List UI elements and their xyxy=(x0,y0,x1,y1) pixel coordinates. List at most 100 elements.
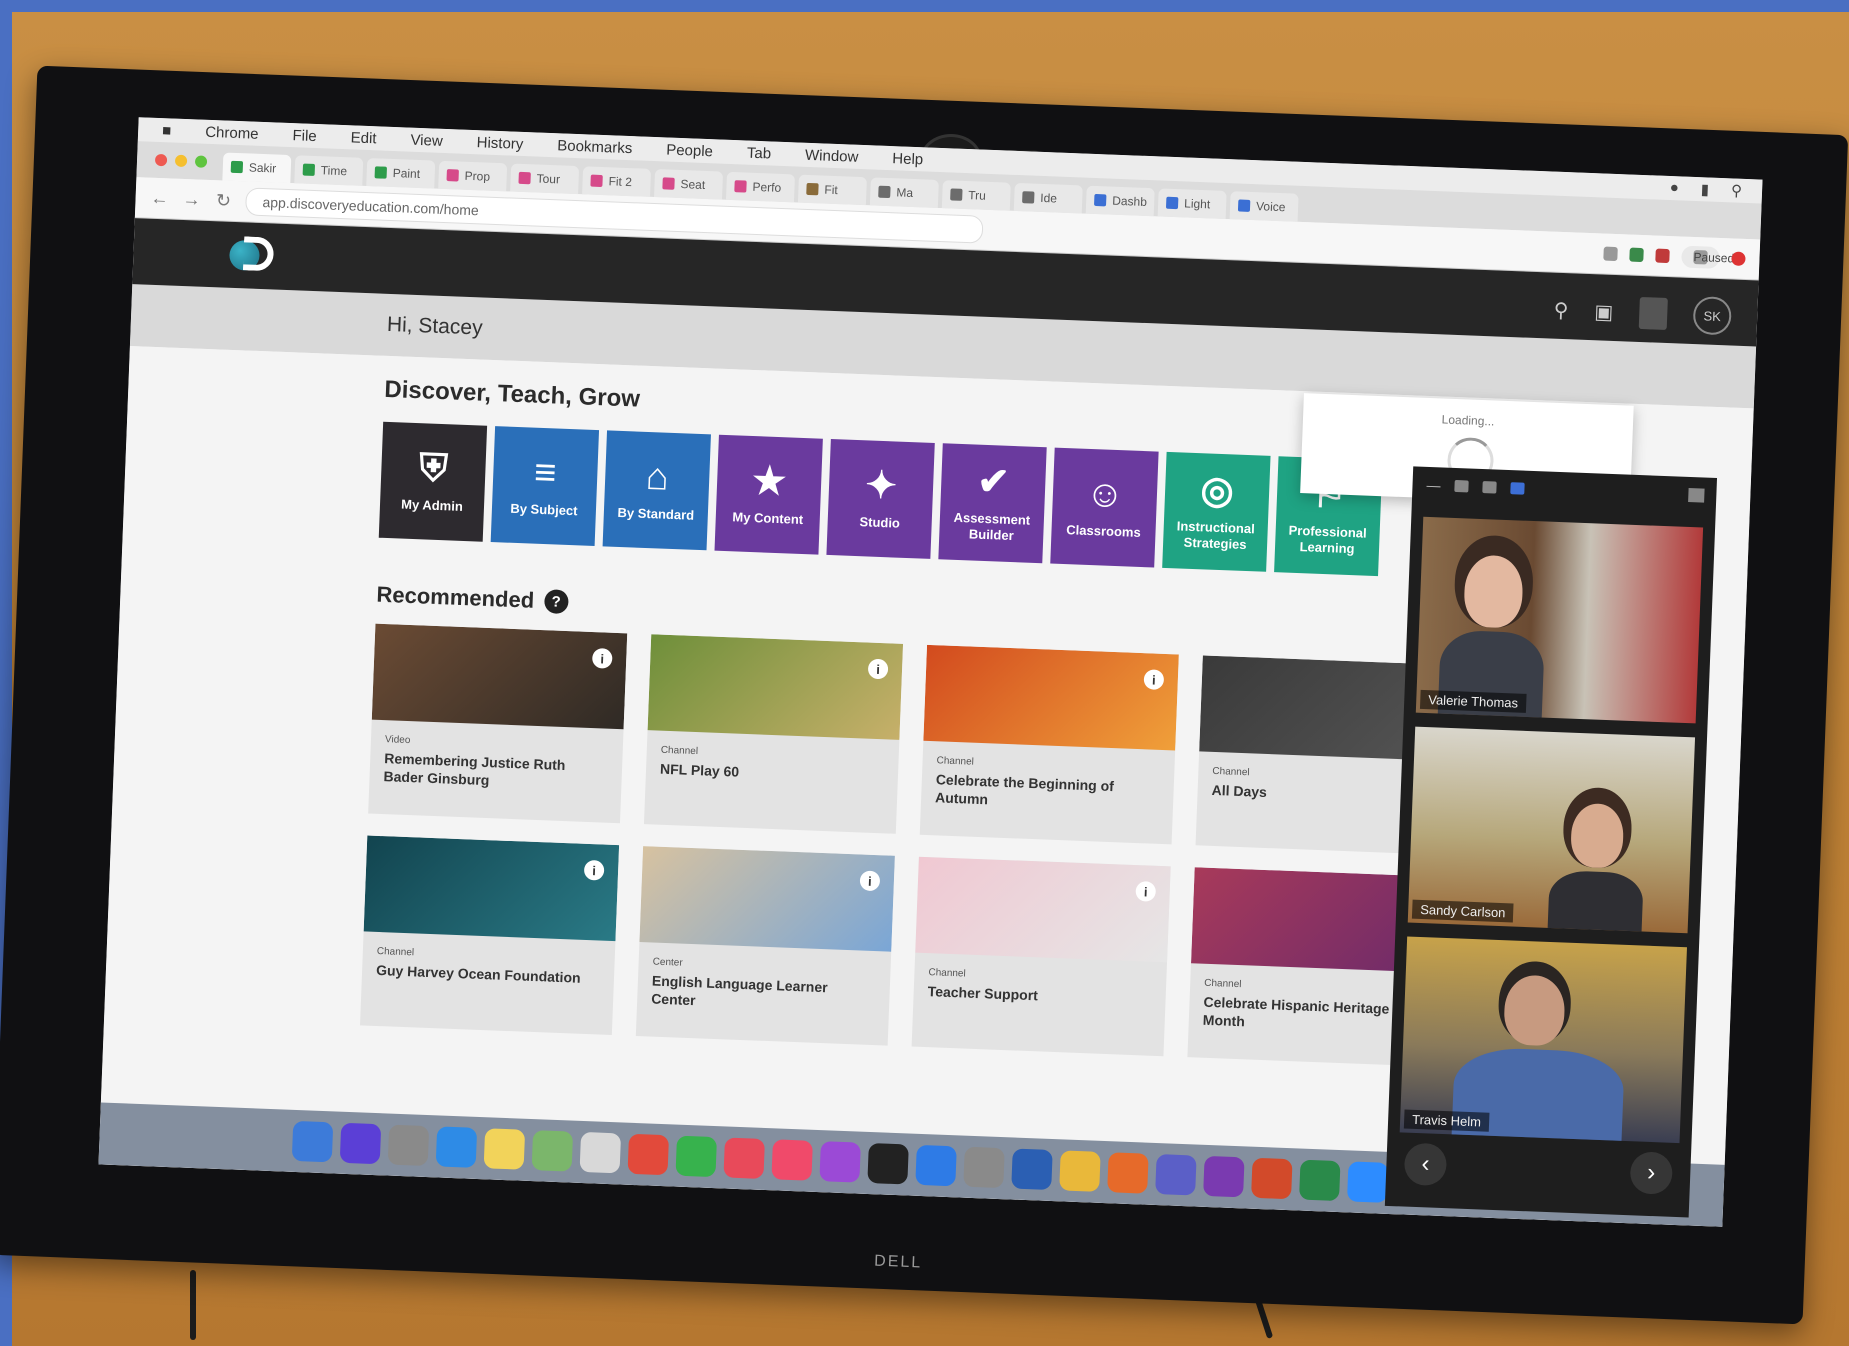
music-icon[interactable] xyxy=(770,1139,813,1181)
recommended-card[interactable]: i Channel Guy Harvey Ocean Foundation xyxy=(360,835,620,1036)
safari-icon[interactable] xyxy=(435,1126,477,1168)
header-icons: ⚲ ▣ SK xyxy=(1553,291,1732,336)
forward-icon[interactable]: → xyxy=(181,188,202,210)
onenote-icon[interactable] xyxy=(1202,1155,1245,1198)
browser-tab[interactable]: Tru xyxy=(941,180,1011,211)
notification-icon[interactable]: ▣ xyxy=(1594,299,1614,325)
apple-icon[interactable]: ■ xyxy=(162,122,172,139)
minimize-window-button[interactable] xyxy=(174,154,188,168)
textedit-icon[interactable] xyxy=(579,1131,621,1174)
menu-chrome[interactable]: Chrome xyxy=(205,123,259,142)
menu-window[interactable]: Window xyxy=(805,146,859,165)
participant-video[interactable]: Sandy Carlson xyxy=(1407,726,1696,934)
help-icon[interactable]: ? xyxy=(543,589,569,615)
excel-icon[interactable] xyxy=(1298,1159,1341,1202)
participant-video[interactable]: Valerie Thomas xyxy=(1415,516,1704,724)
firefox-icon[interactable] xyxy=(1106,1152,1149,1194)
news-icon[interactable] xyxy=(722,1137,765,1179)
browser-tab[interactable]: Light xyxy=(1157,188,1227,219)
powerpoint-icon[interactable] xyxy=(1250,1157,1293,1200)
notes-icon[interactable] xyxy=(483,1128,525,1170)
search-icon[interactable]: ⚲ xyxy=(1731,181,1743,199)
discovery-education-logo[interactable] xyxy=(228,234,285,278)
word-icon[interactable] xyxy=(1010,1148,1053,1190)
strip-view-icon[interactable] xyxy=(1510,482,1525,495)
menu-view[interactable]: View xyxy=(410,131,443,149)
tile-studio[interactable]: ✦ Studio xyxy=(826,439,935,559)
card-thumbnail xyxy=(915,856,1171,963)
finder-icon[interactable] xyxy=(291,1120,333,1163)
speaker-view-icon[interactable] xyxy=(1454,479,1469,493)
preferences-icon[interactable] xyxy=(962,1146,1005,1189)
profile-button[interactable]: Paused xyxy=(1681,245,1734,269)
notifications-button[interactable] xyxy=(1638,296,1668,331)
teams-icon[interactable] xyxy=(1154,1154,1197,1196)
recommended-card[interactable]: i Channel NFL Play 60 xyxy=(643,634,904,834)
previous-page-button[interactable]: ‹ xyxy=(1403,1142,1448,1187)
zoom-window-button[interactable] xyxy=(194,155,208,168)
messages-icon[interactable] xyxy=(674,1135,717,1178)
mortarboard-icon: ⌂ xyxy=(644,456,670,499)
tile-by-subject[interactable]: ≡ By Subject xyxy=(490,426,600,547)
menu-file[interactable]: File xyxy=(292,127,317,145)
tile-my-content[interactable]: ★ My Content xyxy=(714,434,823,555)
next-page-button[interactable]: › xyxy=(1629,1151,1674,1195)
menu-people[interactable]: People xyxy=(666,141,713,160)
menu-kebab-icon[interactable] xyxy=(1731,251,1746,266)
podcasts-icon[interactable] xyxy=(818,1141,861,1183)
zoom-icon[interactable] xyxy=(1346,1161,1388,1203)
participant-video[interactable]: Travis Helm xyxy=(1399,936,1687,1144)
browser-tab[interactable]: Ide xyxy=(1013,182,1083,214)
grid-icon[interactable] xyxy=(1688,487,1705,503)
tile-instructional-strategies[interactable]: ◎ Instructional Strategies xyxy=(1162,451,1271,572)
tile-my-admin[interactable]: ⛨ My Admin xyxy=(378,421,488,542)
browser-tab[interactable]: Fit xyxy=(797,174,867,206)
recommended-card[interactable]: i Channel Teacher Support xyxy=(911,856,1171,1057)
greeting: Hi, Stacey xyxy=(386,312,484,340)
launchpad-icon[interactable] xyxy=(387,1124,429,1167)
browser-tab[interactable]: Prop xyxy=(438,160,508,192)
extension-icon[interactable] xyxy=(1629,247,1644,263)
recommended-card[interactable]: i Center English Language Learner Center xyxy=(635,846,895,1046)
search-icon[interactable]: ⚲ xyxy=(1553,297,1569,323)
browser-tab[interactable]: Dashb xyxy=(1085,185,1155,217)
tile-label: Professional Learning xyxy=(1288,523,1367,557)
menu-tab[interactable]: Tab xyxy=(747,144,772,162)
chrome-icon[interactable] xyxy=(1058,1150,1101,1192)
avatar[interactable]: SK xyxy=(1692,296,1732,336)
minimize-icon[interactable]: — xyxy=(1426,477,1441,494)
zoom-video-panel: — Valerie Thomas Sandy Carlson Travis He… xyxy=(1384,466,1718,1218)
recommended-card[interactable]: i Video Remembering Justice Ruth Bader Gin… xyxy=(368,623,628,824)
browser-tab[interactable]: Ma xyxy=(869,177,939,208)
reload-icon[interactable]: ↻ xyxy=(213,190,234,212)
tile-assessment-builder[interactable]: ✔ Assessment Builder xyxy=(938,443,1047,564)
appstore-icon[interactable] xyxy=(914,1144,957,1187)
gallery-view-icon[interactable] xyxy=(1482,481,1497,494)
browser-tab[interactable]: Seat xyxy=(654,169,724,200)
wifi-icon[interactable]: ● xyxy=(1669,179,1679,197)
battery-icon[interactable]: ▮ xyxy=(1700,180,1709,198)
menu-edit[interactable]: Edit xyxy=(350,129,376,147)
tile-classrooms[interactable]: ☺ Classrooms xyxy=(1050,447,1159,568)
browser-tab[interactable]: Perfo xyxy=(725,171,796,203)
browser-tab[interactable]: Sakir xyxy=(222,152,292,184)
browser-tab[interactable]: Fit 2 xyxy=(582,166,652,197)
menu-history[interactable]: History xyxy=(476,134,523,153)
recommended-card[interactable]: i Channel Celebrate the Beginning of Autum… xyxy=(919,644,1179,845)
menu-bookmarks[interactable]: Bookmarks xyxy=(557,137,633,157)
extension-icon[interactable] xyxy=(1655,248,1670,264)
tab-favicon-icon xyxy=(1165,196,1179,210)
browser-tab[interactable]: Paint xyxy=(366,158,436,189)
browser-tab[interactable]: Tour xyxy=(510,163,580,195)
siri-icon[interactable] xyxy=(339,1122,381,1165)
back-icon[interactable]: ← xyxy=(149,187,170,209)
menu-help[interactable]: Help xyxy=(892,150,923,168)
close-window-button[interactable] xyxy=(154,153,168,167)
photos-icon[interactable] xyxy=(531,1130,573,1172)
extension-icon[interactable] xyxy=(1603,246,1618,262)
tv-icon[interactable] xyxy=(866,1142,909,1185)
browser-tab[interactable]: Voice xyxy=(1229,191,1299,222)
chrome-icon[interactable] xyxy=(627,1133,669,1176)
tile-by-standard[interactable]: ⌂ By Standard xyxy=(602,430,711,551)
browser-tab[interactable]: Time xyxy=(294,155,364,186)
